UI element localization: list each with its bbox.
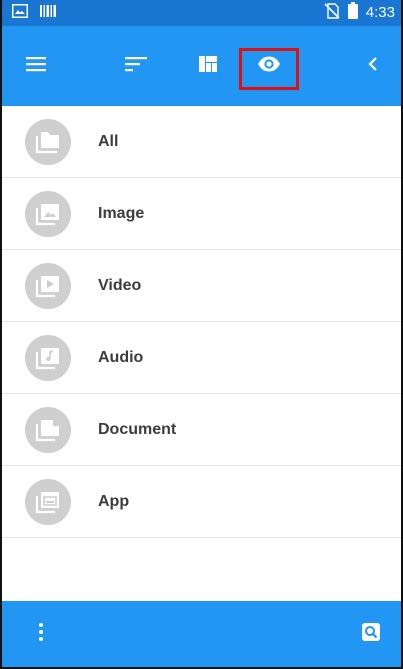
category-label: Audio — [98, 349, 144, 366]
app-icon — [25, 479, 71, 525]
no-sim-icon — [324, 2, 340, 24]
status-bar: 4:33 — [2, 0, 401, 26]
audio-icon — [25, 335, 71, 381]
folder-icon — [25, 119, 71, 165]
category-item-video[interactable]: Video — [2, 250, 401, 322]
category-label: Document — [98, 421, 177, 438]
category-item-document[interactable]: Document — [2, 394, 401, 466]
video-icon — [25, 263, 71, 309]
battery-icon — [347, 2, 358, 24]
more-options-button[interactable] — [26, 619, 56, 649]
category-label: Image — [98, 205, 145, 222]
status-time: 4:33 — [365, 4, 395, 21]
barcode-notification-icon — [40, 4, 56, 22]
sort-icon — [125, 56, 147, 77]
category-item-app[interactable]: App — [2, 466, 401, 538]
image-icon — [25, 191, 71, 237]
category-label: Video — [98, 277, 142, 294]
bottom-bar — [2, 601, 401, 667]
highlight-box — [239, 48, 299, 90]
category-item-all[interactable]: All — [2, 106, 401, 178]
category-list: All Image Video Audio Document App — [2, 106, 401, 538]
search-button[interactable] — [356, 619, 386, 649]
app-window: 4:33 All Image Video Audio Document App — [0, 0, 403, 669]
category-item-image[interactable]: Image — [2, 178, 401, 250]
image-notification-icon — [12, 3, 28, 23]
search-icon — [362, 622, 380, 646]
back-chevron-icon — [368, 56, 378, 76]
category-label: All — [98, 133, 119, 150]
toolbar — [2, 26, 401, 106]
back-button[interactable] — [353, 46, 393, 86]
more-vert-icon — [39, 622, 43, 646]
sort-button[interactable] — [116, 46, 156, 86]
document-icon — [25, 407, 71, 453]
category-label: App — [98, 493, 130, 510]
category-item-audio[interactable]: Audio — [2, 322, 401, 394]
menu-icon — [26, 56, 46, 77]
view-mode-button[interactable] — [188, 46, 228, 86]
menu-button[interactable] — [16, 46, 56, 86]
view-mode-icon — [199, 55, 217, 77]
